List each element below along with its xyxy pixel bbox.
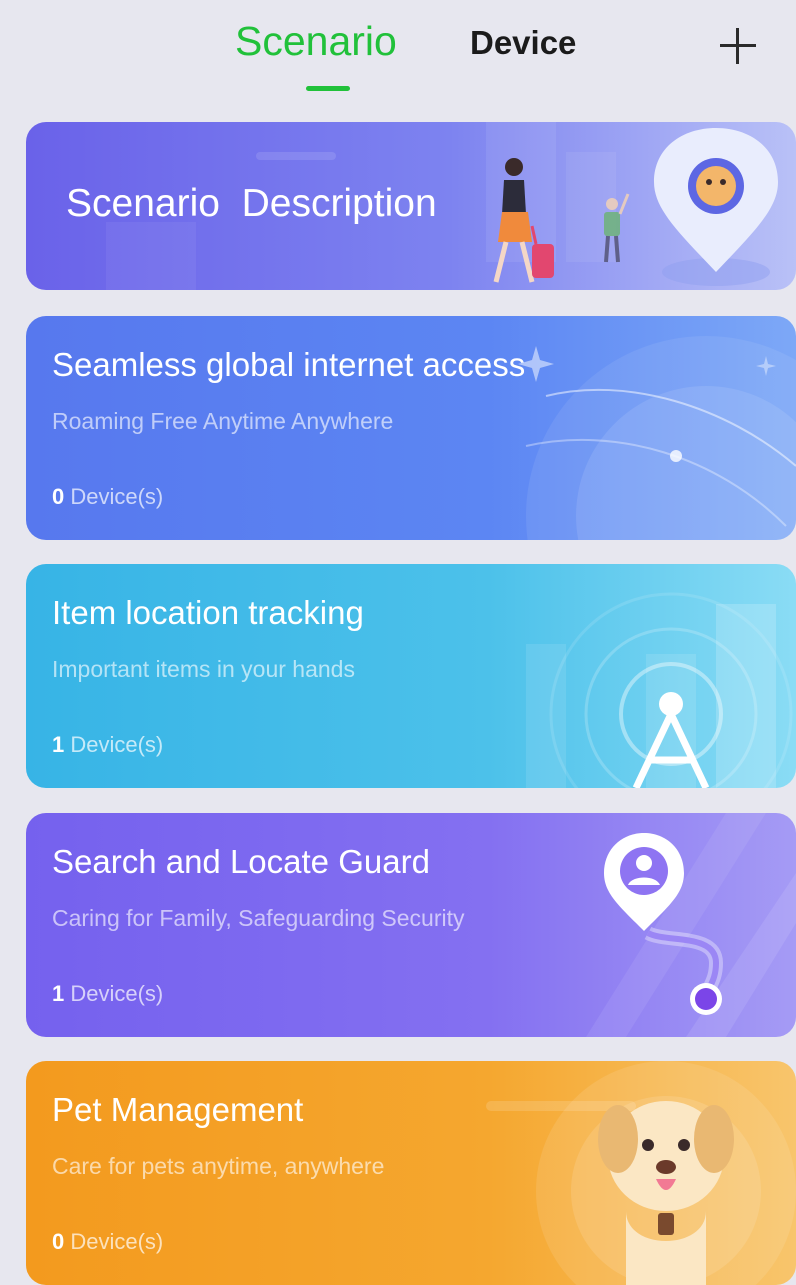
location-pin-icon	[654, 128, 778, 286]
device-count-label: Device(s)	[64, 1229, 164, 1254]
device-count: 0 Device(s)	[52, 484, 163, 510]
active-tab-indicator	[306, 86, 350, 91]
card-title: Item location tracking	[52, 594, 364, 631]
banner-title: Scenario Description	[66, 182, 437, 225]
device-count-number: 1	[52, 981, 65, 1006]
device-count-label: Device(s)	[64, 981, 164, 1006]
card-subtitle: Caring for Family, Safeguarding Security	[52, 905, 465, 931]
scenario-card-locate-guard[interactable]: Search and Locate Guard Caring for Famil…	[26, 813, 796, 1037]
card-subtitle: Care for pets anytime, anywhere	[52, 1153, 385, 1179]
device-count-number: 0	[52, 484, 65, 509]
device-count-label: Device(s)	[64, 484, 164, 509]
scenario-card-global-internet[interactable]: Seamless global internet access Roaming …	[26, 316, 796, 540]
device-count-number: 0	[52, 1229, 65, 1254]
device-count-number: 1	[52, 732, 65, 757]
add-button[interactable]	[716, 24, 760, 68]
card-subtitle: Important items in your hands	[52, 656, 355, 682]
scenario-card-pet-management[interactable]: Pet Management Care for pets anytime, an…	[26, 1061, 796, 1285]
device-count: 1 Device(s)	[52, 732, 163, 758]
device-count: 0 Device(s)	[52, 1229, 163, 1255]
scenario-description-banner[interactable]: Scenario Description	[26, 122, 796, 290]
card-title: Pet Management	[52, 1091, 304, 1128]
card-title: Seamless global internet access	[52, 346, 526, 383]
card-title: Search and Locate Guard	[52, 843, 430, 880]
tab-scenario[interactable]: Scenario	[235, 18, 397, 65]
top-navigation-bar: Scenario Device	[0, 0, 796, 110]
device-count: 1 Device(s)	[52, 981, 163, 1007]
scenario-card-item-tracking[interactable]: Item location tracking Important items i…	[26, 564, 796, 788]
card-subtitle: Roaming Free Anytime Anywhere	[52, 408, 394, 434]
waving-figure	[604, 193, 630, 263]
tab-device[interactable]: Device	[470, 24, 576, 62]
device-count-label: Device(s)	[64, 732, 164, 757]
